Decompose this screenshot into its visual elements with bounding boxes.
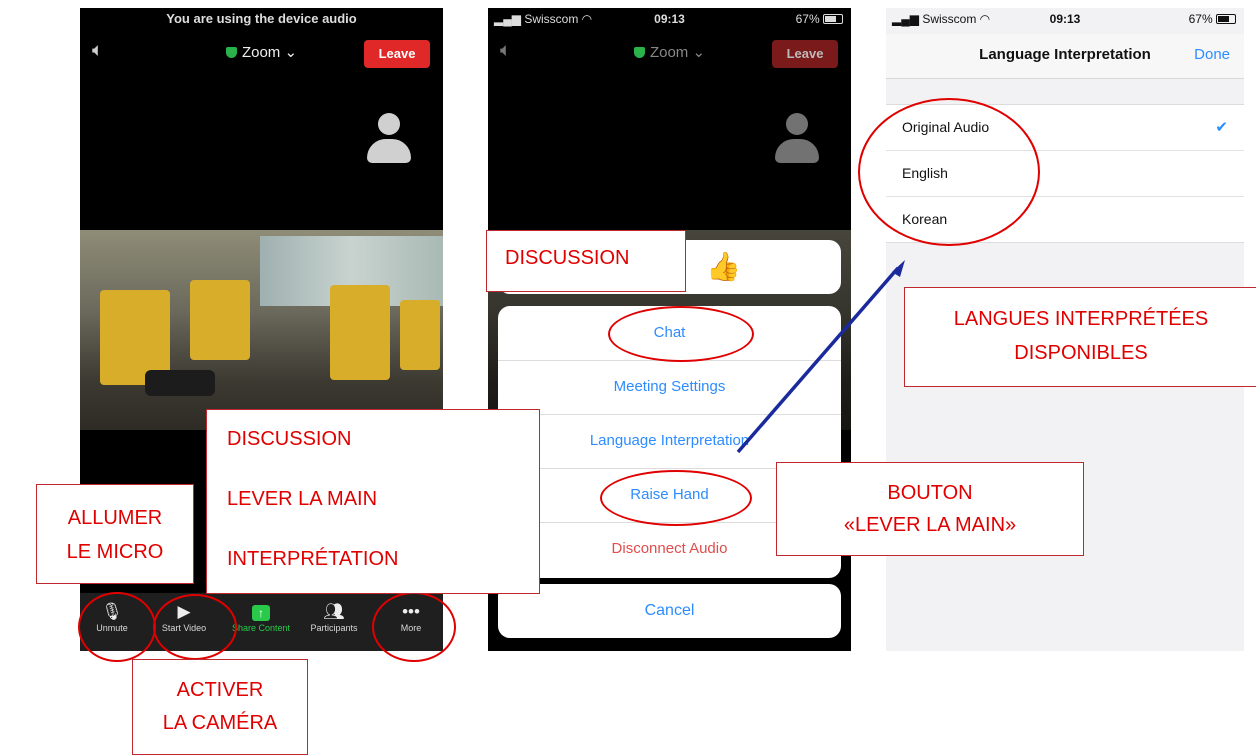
checkmark-icon: ✔ <box>1215 119 1228 136</box>
done-button[interactable]: Done <box>1194 46 1230 63</box>
cancel-button[interactable]: Cancel <box>498 584 841 638</box>
battery-icon <box>1216 14 1236 24</box>
status-bar: ▂▄▆ Swisscom ◠ 09:13 67% <box>488 8 851 30</box>
annotation-langues: LANGUES INTERPRÉTÉES DISPONIBLES <box>904 287 1256 387</box>
participants-button[interactable]: 👥︎ Participants <box>298 601 370 633</box>
annotation-allumer: ALLUMER LE MICRO <box>36 484 194 584</box>
annotation-arrow <box>736 260 905 454</box>
participant-avatar <box>366 113 412 171</box>
annotation-bouton: BOUTON «LEVER LA MAIN» <box>776 462 1084 556</box>
annotation-ring-raise-hand <box>600 470 752 526</box>
participants-icon: 👥︎ <box>323 602 345 621</box>
shield-icon <box>633 47 645 58</box>
meeting-topbar: 🔈︎ Zoom ⌄ Leave <box>80 32 443 78</box>
leave-button[interactable]: Leave <box>364 40 430 68</box>
nav-bar: Language Interpretation Done <box>886 34 1244 79</box>
annotation-activer: ACTIVER LA CAMÉRA <box>132 659 308 755</box>
annotation-features: DISCUSSION LEVER LA MAIN INTERPRÉTATION <box>206 409 540 594</box>
annotation-ring-start-video <box>153 594 237 660</box>
shield-icon <box>225 47 237 58</box>
video-feed <box>80 230 443 430</box>
status-bar: ▂▄▆ Swisscom ◠ 09:13 67% <box>886 8 1244 30</box>
annotation-ring-languages <box>858 98 1040 246</box>
audio-banner: You are using the device audio <box>166 11 357 26</box>
annotation-discussion-top: DISCUSSION <box>486 230 686 292</box>
annotation-ring-more <box>372 592 456 662</box>
annotation-ring-unmute <box>78 592 156 662</box>
participant-avatar <box>774 113 820 171</box>
leave-button[interactable]: Leave <box>772 40 838 68</box>
battery-icon <box>823 14 843 24</box>
page-title: Language Interpretation <box>979 46 1151 63</box>
meeting-topbar: 🔈︎ Zoom ⌄ Leave <box>488 32 851 78</box>
